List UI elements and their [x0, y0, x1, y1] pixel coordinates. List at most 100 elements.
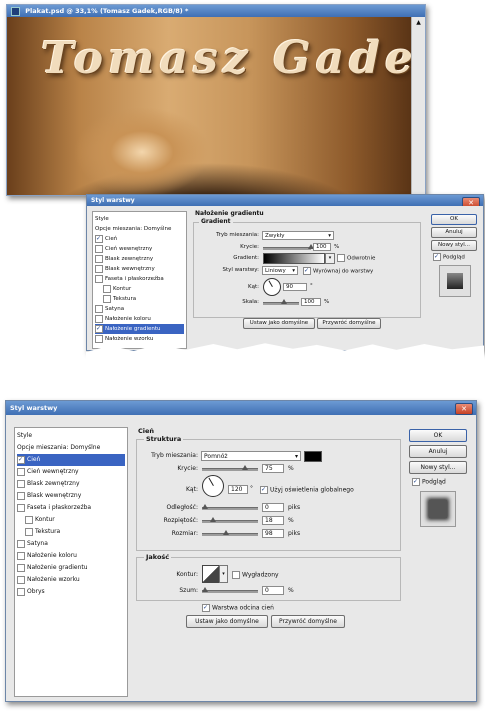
antialias-checkbox[interactable] — [232, 571, 240, 579]
style-checkbox[interactable] — [95, 334, 103, 343]
slider-knob[interactable] — [223, 530, 229, 535]
style-checkbox[interactable] — [95, 314, 103, 323]
style-checkbox[interactable] — [17, 503, 25, 512]
style-list-item[interactable]: Satyna — [95, 304, 184, 314]
style-list-item[interactable]: Blask wewnętrzny — [17, 490, 125, 502]
style-list-item[interactable]: Kontur — [95, 284, 184, 294]
photo-scrollbar[interactable]: ▲ — [411, 17, 425, 195]
contour-swatch[interactable] — [202, 565, 220, 583]
angle-dial[interactable] — [202, 475, 224, 497]
new-style-button[interactable]: Nowy styl... — [409, 461, 467, 474]
make-default-button[interactable]: Ustaw jako domyślne — [186, 615, 268, 628]
global-light-option[interactable]: Użyj oświetlenia globalnego — [260, 486, 354, 494]
distance-slider[interactable] — [202, 504, 258, 510]
style-checkbox[interactable] — [103, 294, 111, 303]
distance-input[interactable]: 0 — [262, 503, 284, 512]
style-checkbox[interactable] — [17, 587, 25, 596]
style-list-item[interactable]: Faseta i płaskorzeźba — [95, 274, 184, 284]
style-list-item[interactable]: Kontur — [17, 514, 125, 526]
style-checkbox[interactable] — [95, 304, 103, 313]
blend-mode-select[interactable]: Pomnóż — [201, 451, 301, 461]
photo-window-titlebar[interactable]: Plakat.psd @ 33,1% (Tomasz Gadek,RGB/8) … — [7, 5, 425, 17]
angle-dial[interactable] — [263, 278, 281, 296]
style-list-item[interactable]: Cień wewnętrzny — [95, 244, 184, 254]
size-input[interactable]: 98 — [262, 529, 284, 538]
cancel-button[interactable]: Anuluj — [431, 227, 477, 238]
style-list-item[interactable]: Nałożenie gradientu — [95, 324, 184, 334]
style-checkbox[interactable] — [95, 274, 103, 283]
style-checkbox[interactable] — [95, 264, 103, 273]
style-list-item[interactable]: Opcje mieszania: Domyślne — [95, 224, 184, 234]
contour-dropdown-icon[interactable]: ▾ — [219, 565, 228, 583]
style-list-item[interactable]: Faseta i płaskorzeźba — [17, 502, 125, 514]
style-list-item[interactable]: Obrys — [17, 586, 125, 598]
style-list-item[interactable]: Blask zewnętrzny — [17, 478, 125, 490]
knockout-checkbox[interactable] — [202, 604, 210, 612]
new-style-button[interactable]: Nowy styl... — [431, 240, 477, 251]
slider-knob[interactable] — [202, 504, 208, 509]
style-list-item[interactable]: Opcje mieszania: Domyślne — [17, 442, 125, 454]
style-list-item[interactable]: Cień wewnętrzny — [17, 466, 125, 478]
spread-slider[interactable] — [202, 517, 258, 523]
style-checkbox[interactable] — [17, 467, 25, 476]
style-checkbox[interactable] — [95, 254, 103, 263]
style-checkbox[interactable] — [17, 479, 25, 488]
style-list-item[interactable]: Nałożenie wzorku — [95, 334, 184, 344]
angle-input[interactable]: 120 — [228, 485, 248, 494]
style-list-item[interactable]: Cień — [17, 454, 125, 466]
style-checkbox[interactable] — [17, 455, 25, 464]
size-slider[interactable] — [202, 530, 258, 536]
style-checkbox[interactable] — [95, 324, 103, 333]
close-icon[interactable]: ✕ — [462, 197, 480, 206]
slider-knob[interactable] — [281, 299, 287, 304]
gradient-style-select[interactable]: Liniowy — [262, 266, 298, 275]
global-light-checkbox[interactable] — [260, 486, 268, 494]
style-checkbox[interactable] — [25, 527, 33, 536]
style-checkbox[interactable] — [103, 284, 111, 293]
style-list-item[interactable]: Nałożenie koloru — [95, 314, 184, 324]
angle-input[interactable]: 90 — [283, 283, 307, 291]
antialias-option[interactable]: Wygładzony — [232, 571, 279, 579]
reset-default-button[interactable]: Przywróć domyślne — [317, 318, 381, 329]
ok-button[interactable]: OK — [431, 214, 477, 225]
style-list-item[interactable]: Style — [95, 214, 184, 224]
shadow-color-swatch[interactable] — [304, 451, 322, 462]
style-list-item[interactable]: Blask wewnętrzny — [95, 264, 184, 274]
preview-option[interactable]: Podgląd — [412, 478, 446, 486]
opacity-slider[interactable] — [263, 244, 314, 250]
preview-option[interactable]: Podgląd — [433, 253, 465, 261]
style-list-item[interactable]: Cień — [95, 234, 184, 244]
noise-input[interactable]: 0 — [262, 586, 284, 595]
scale-input[interactable]: 100 — [301, 298, 321, 306]
gradient-swatch[interactable] — [263, 253, 325, 264]
slider-knob[interactable] — [202, 587, 208, 592]
style-list-item[interactable]: Tekstura — [17, 526, 125, 538]
style-list-item[interactable]: Nałożenie wzorku — [17, 574, 125, 586]
make-default-button[interactable]: Ustaw jako domyślne — [243, 318, 315, 329]
style-checkbox[interactable] — [17, 491, 25, 500]
style-checkbox[interactable] — [25, 515, 33, 524]
scale-slider[interactable] — [263, 299, 299, 305]
blend-mode-select[interactable]: Zwykły — [262, 231, 334, 240]
style-checkbox[interactable] — [17, 575, 25, 584]
style-list-item[interactable]: Satyna — [17, 538, 125, 550]
reverse-checkbox[interactable] — [337, 254, 345, 262]
gradient-dropdown-icon[interactable]: ▾ — [325, 253, 335, 264]
reverse-option[interactable]: Odwrotnie — [337, 254, 375, 262]
slider-knob[interactable] — [242, 465, 248, 470]
style-list-item[interactable]: Tekstura — [95, 294, 184, 304]
slider-knob[interactable] — [210, 517, 216, 522]
align-checkbox[interactable] — [303, 267, 311, 275]
photo-canvas[interactable]: Tomasz Gadek — [7, 17, 411, 195]
scroll-up-arrow-icon[interactable]: ▲ — [412, 17, 425, 29]
style-checkbox[interactable] — [17, 563, 25, 572]
noise-slider[interactable] — [202, 587, 258, 593]
style-checkbox[interactable] — [17, 551, 25, 560]
opacity-input[interactable]: 100 — [313, 243, 331, 251]
knockout-option[interactable]: Warstwa odcina cień — [202, 604, 274, 612]
dialog-titlebar[interactable]: Styl warstwy ✕ — [6, 401, 476, 415]
style-list-item[interactable]: Blask zewnętrzny — [95, 254, 184, 264]
style-list-item[interactable]: Nałożenie gradientu — [17, 562, 125, 574]
cancel-button[interactable]: Anuluj — [409, 445, 467, 458]
reset-default-button[interactable]: Przywróć domyślne — [271, 615, 345, 628]
